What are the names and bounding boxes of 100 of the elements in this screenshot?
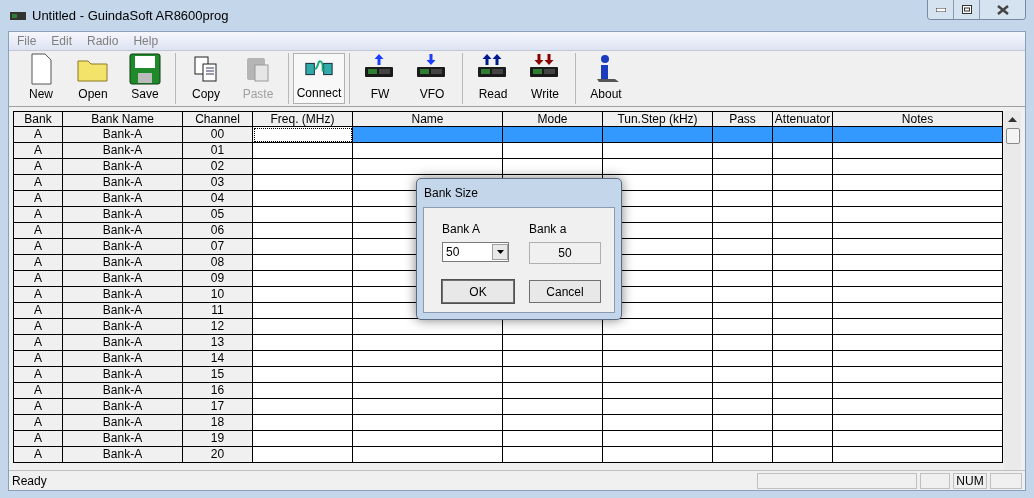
- table-cell: Bank-A: [63, 143, 183, 159]
- table-row[interactable]: A Bank-A 17: [13, 399, 1003, 415]
- column-header[interactable]: Bank: [13, 111, 63, 127]
- table-cell: A: [13, 143, 63, 159]
- table-cell: Bank-A: [63, 287, 183, 303]
- table-cell: A: [13, 223, 63, 239]
- table-row[interactable]: A Bank-A 00: [13, 127, 1003, 143]
- close-button[interactable]: [980, 0, 1025, 19]
- table-cell: 04: [183, 191, 253, 207]
- table-row[interactable]: A Bank-A 16: [13, 383, 1003, 399]
- column-header[interactable]: Freq. (MHz): [253, 111, 353, 127]
- toolbar-button[interactable]: Copy: [180, 53, 232, 104]
- table-cell: A: [13, 383, 63, 399]
- table-cell: 20: [183, 447, 253, 463]
- dialog-button[interactable]: Cancel: [529, 280, 601, 303]
- table-cell: 16: [183, 383, 253, 399]
- table-cell: A: [13, 303, 63, 319]
- toolbar-button[interactable]: Save: [119, 53, 171, 104]
- table-cell: A: [13, 351, 63, 367]
- table-cell: 00: [183, 127, 253, 143]
- bank-size-dropdown[interactable]: 50: [442, 242, 509, 262]
- table-cell: Bank-A: [63, 255, 183, 271]
- table-cell: Bank-A: [63, 159, 183, 175]
- table-row[interactable]: A Bank-A 19: [13, 431, 1003, 447]
- table-cell: 17: [183, 399, 253, 415]
- field-label: Bank a: [529, 221, 568, 238]
- column-header[interactable]: Bank Name: [63, 111, 183, 127]
- table-cell: A: [13, 287, 63, 303]
- table-cell: 15: [183, 367, 253, 383]
- column-header[interactable]: Tun.Step (kHz): [603, 111, 713, 127]
- table-row[interactable]: A Bank-A 01: [13, 143, 1003, 159]
- table-cell: Bank-A: [63, 239, 183, 255]
- toolbar-button[interactable]: Connect: [293, 53, 345, 104]
- close-icon: [996, 4, 1009, 15]
- table-cell: 06: [183, 223, 253, 239]
- field-label: Bank A: [442, 221, 482, 238]
- table-cell: 14: [183, 351, 253, 367]
- table-cell: Bank-A: [63, 351, 183, 367]
- status-pane: [990, 472, 1022, 489]
- dialog-button[interactable]: OK: [442, 280, 514, 303]
- table-cell: 05: [183, 207, 253, 223]
- restore-icon: [961, 5, 972, 14]
- dropdown-arrow-icon: [496, 250, 504, 254]
- bank-size-value: 50: [529, 242, 601, 264]
- table-cell: A: [13, 255, 63, 271]
- table-row[interactable]: A Bank-A 02: [13, 159, 1003, 175]
- table-cell: A: [13, 159, 63, 175]
- table-cell: A: [13, 207, 63, 223]
- toolbar-button[interactable]: New: [15, 53, 67, 104]
- table-row[interactable]: A Bank-A 18: [13, 415, 1003, 431]
- table-cell: 09: [183, 271, 253, 287]
- table-cell: A: [13, 335, 63, 351]
- table-cell: 02: [183, 159, 253, 175]
- column-header[interactable]: Notes: [833, 111, 1003, 127]
- table-cell: A: [13, 431, 63, 447]
- table-cell: A: [13, 191, 63, 207]
- table-row[interactable]: A Bank-A 12: [13, 319, 1003, 335]
- vertical-scrollbar[interactable]: [1004, 111, 1021, 470]
- table-cell: A: [13, 127, 63, 143]
- table-row[interactable]: A Bank-A 15: [13, 367, 1003, 383]
- toolbar-button[interactable]: Write: [519, 53, 571, 104]
- table-cell: 13: [183, 335, 253, 351]
- column-header[interactable]: Attenuator: [773, 111, 833, 127]
- maximize-button[interactable]: [954, 0, 980, 19]
- window-title: Untitled - GuindaSoft AR8600prog: [32, 6, 229, 25]
- column-header[interactable]: Pass: [713, 111, 773, 127]
- table-cell: 01: [183, 143, 253, 159]
- column-header[interactable]: Name: [353, 111, 503, 127]
- table-cell: A: [13, 447, 63, 463]
- table-cell: Bank-A: [63, 415, 183, 431]
- toolbar-button[interactable]: VFO: [406, 53, 458, 104]
- toolbar-button[interactable]: FW: [354, 53, 406, 104]
- table-cell: A: [13, 367, 63, 383]
- table-row[interactable]: A Bank-A 13: [13, 335, 1003, 351]
- scroll-up-arrow-icon: [1008, 117, 1017, 122]
- table-cell: Bank-A: [63, 191, 183, 207]
- column-header[interactable]: Channel: [183, 111, 253, 127]
- status-pane: [920, 472, 950, 489]
- table-row[interactable]: A Bank-A 14: [13, 351, 1003, 367]
- table-cell: Bank-A: [63, 271, 183, 287]
- table-cell: 08: [183, 255, 253, 271]
- table-cell: Bank-A: [63, 223, 183, 239]
- table-cell: A: [13, 271, 63, 287]
- table-cell: 12: [183, 319, 253, 335]
- table-cell: 19: [183, 431, 253, 447]
- column-header[interactable]: Mode: [503, 111, 603, 127]
- table-cell: Bank-A: [63, 335, 183, 351]
- toolbar-button[interactable]: Read: [467, 53, 519, 104]
- table-cell: Bank-A: [63, 399, 183, 415]
- minimize-icon: [935, 7, 946, 12]
- table-cell: 07: [183, 239, 253, 255]
- table-cell: A: [13, 175, 63, 191]
- toolbar-button[interactable]: Open: [67, 53, 119, 104]
- table-row[interactable]: A Bank-A 20: [13, 447, 1003, 463]
- toolbar-button[interactable]: About: [580, 53, 632, 104]
- table-cell: A: [13, 399, 63, 415]
- table-cell: A: [13, 239, 63, 255]
- table-cell: Bank-A: [63, 303, 183, 319]
- table-cell: 18: [183, 415, 253, 431]
- scrollbar-thumb[interactable]: [1005, 128, 1020, 144]
